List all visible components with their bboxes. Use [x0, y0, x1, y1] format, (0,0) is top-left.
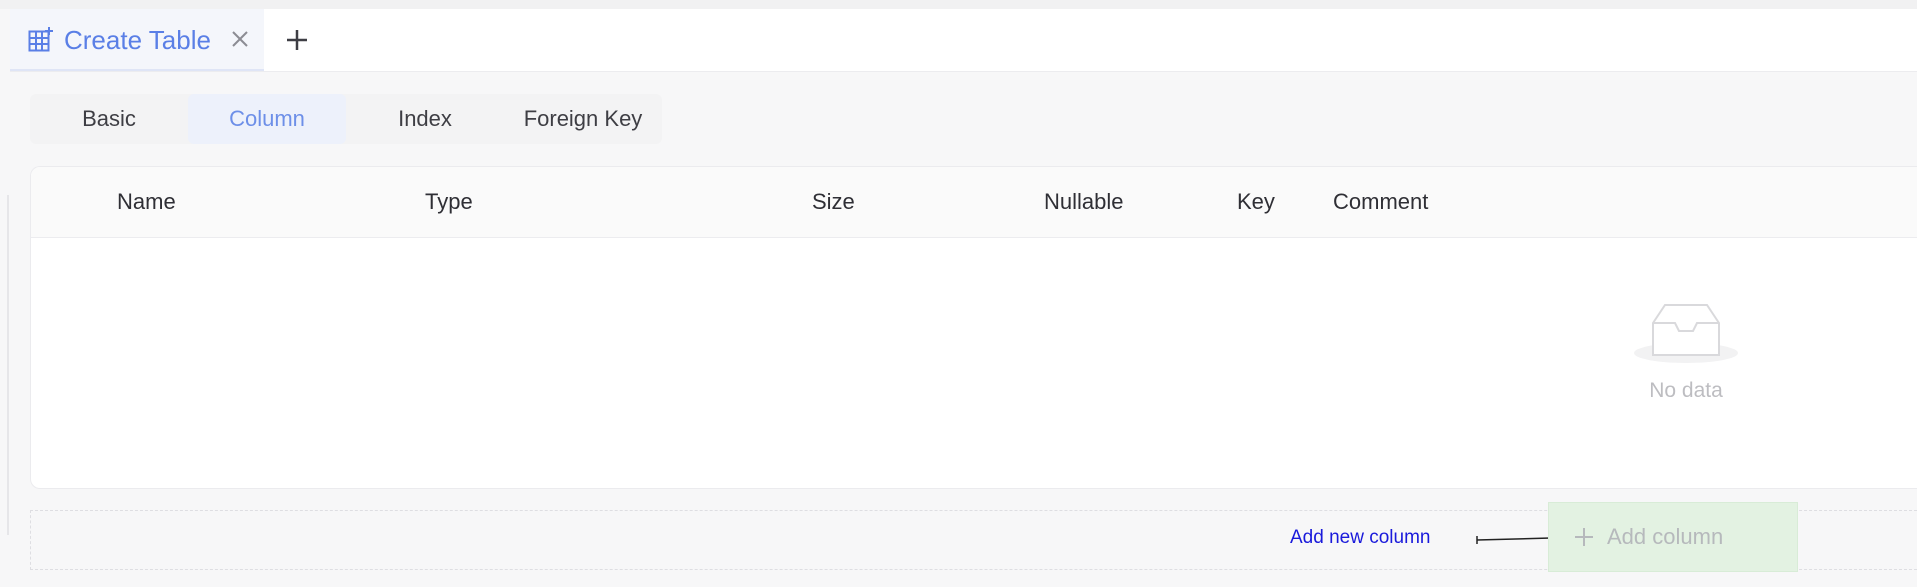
tab-index[interactable]: Index	[346, 94, 504, 144]
column-header-nullable[interactable]: Nullable	[1044, 167, 1124, 237]
column-header-name[interactable]: Name	[117, 167, 176, 237]
arrow-icon	[1475, 531, 1555, 547]
plus-icon[interactable]	[281, 24, 313, 56]
add-column-button[interactable]: Add column	[1548, 502, 1798, 572]
empty-state: No data	[1601, 295, 1761, 415]
plus-icon	[1573, 526, 1595, 548]
column-header-type[interactable]: Type	[425, 167, 473, 237]
close-icon[interactable]	[225, 24, 255, 54]
column-header-size[interactable]: Size	[812, 167, 855, 237]
tab-column[interactable]: Column	[188, 94, 346, 144]
inbox-icon	[1631, 295, 1741, 367]
add-column-label: Add column	[1607, 524, 1724, 549]
table-header: Name Type Size Nullable Key Comment	[31, 167, 1917, 238]
window-top-border	[0, 0, 1917, 9]
left-edge-divider	[7, 195, 9, 535]
column-header-comment[interactable]: Comment	[1333, 167, 1428, 237]
tab-foreign-key[interactable]: Foreign Key	[504, 94, 662, 144]
tab-create-table[interactable]: Create Table	[10, 9, 264, 71]
table-add-icon	[28, 27, 54, 53]
tab-label: Create Table	[64, 25, 211, 55]
section-tabs: Basic Column Index Foreign Key	[30, 94, 662, 144]
tab-bar: Create Table	[10, 9, 1917, 72]
empty-text: No data	[1649, 379, 1723, 402]
column-header-key[interactable]: Key	[1237, 167, 1275, 237]
add-column-hint: Add new column	[1290, 527, 1431, 548]
columns-table: Name Type Size Nullable Key Comment No d…	[30, 166, 1917, 489]
tab-basic[interactable]: Basic	[30, 94, 188, 144]
